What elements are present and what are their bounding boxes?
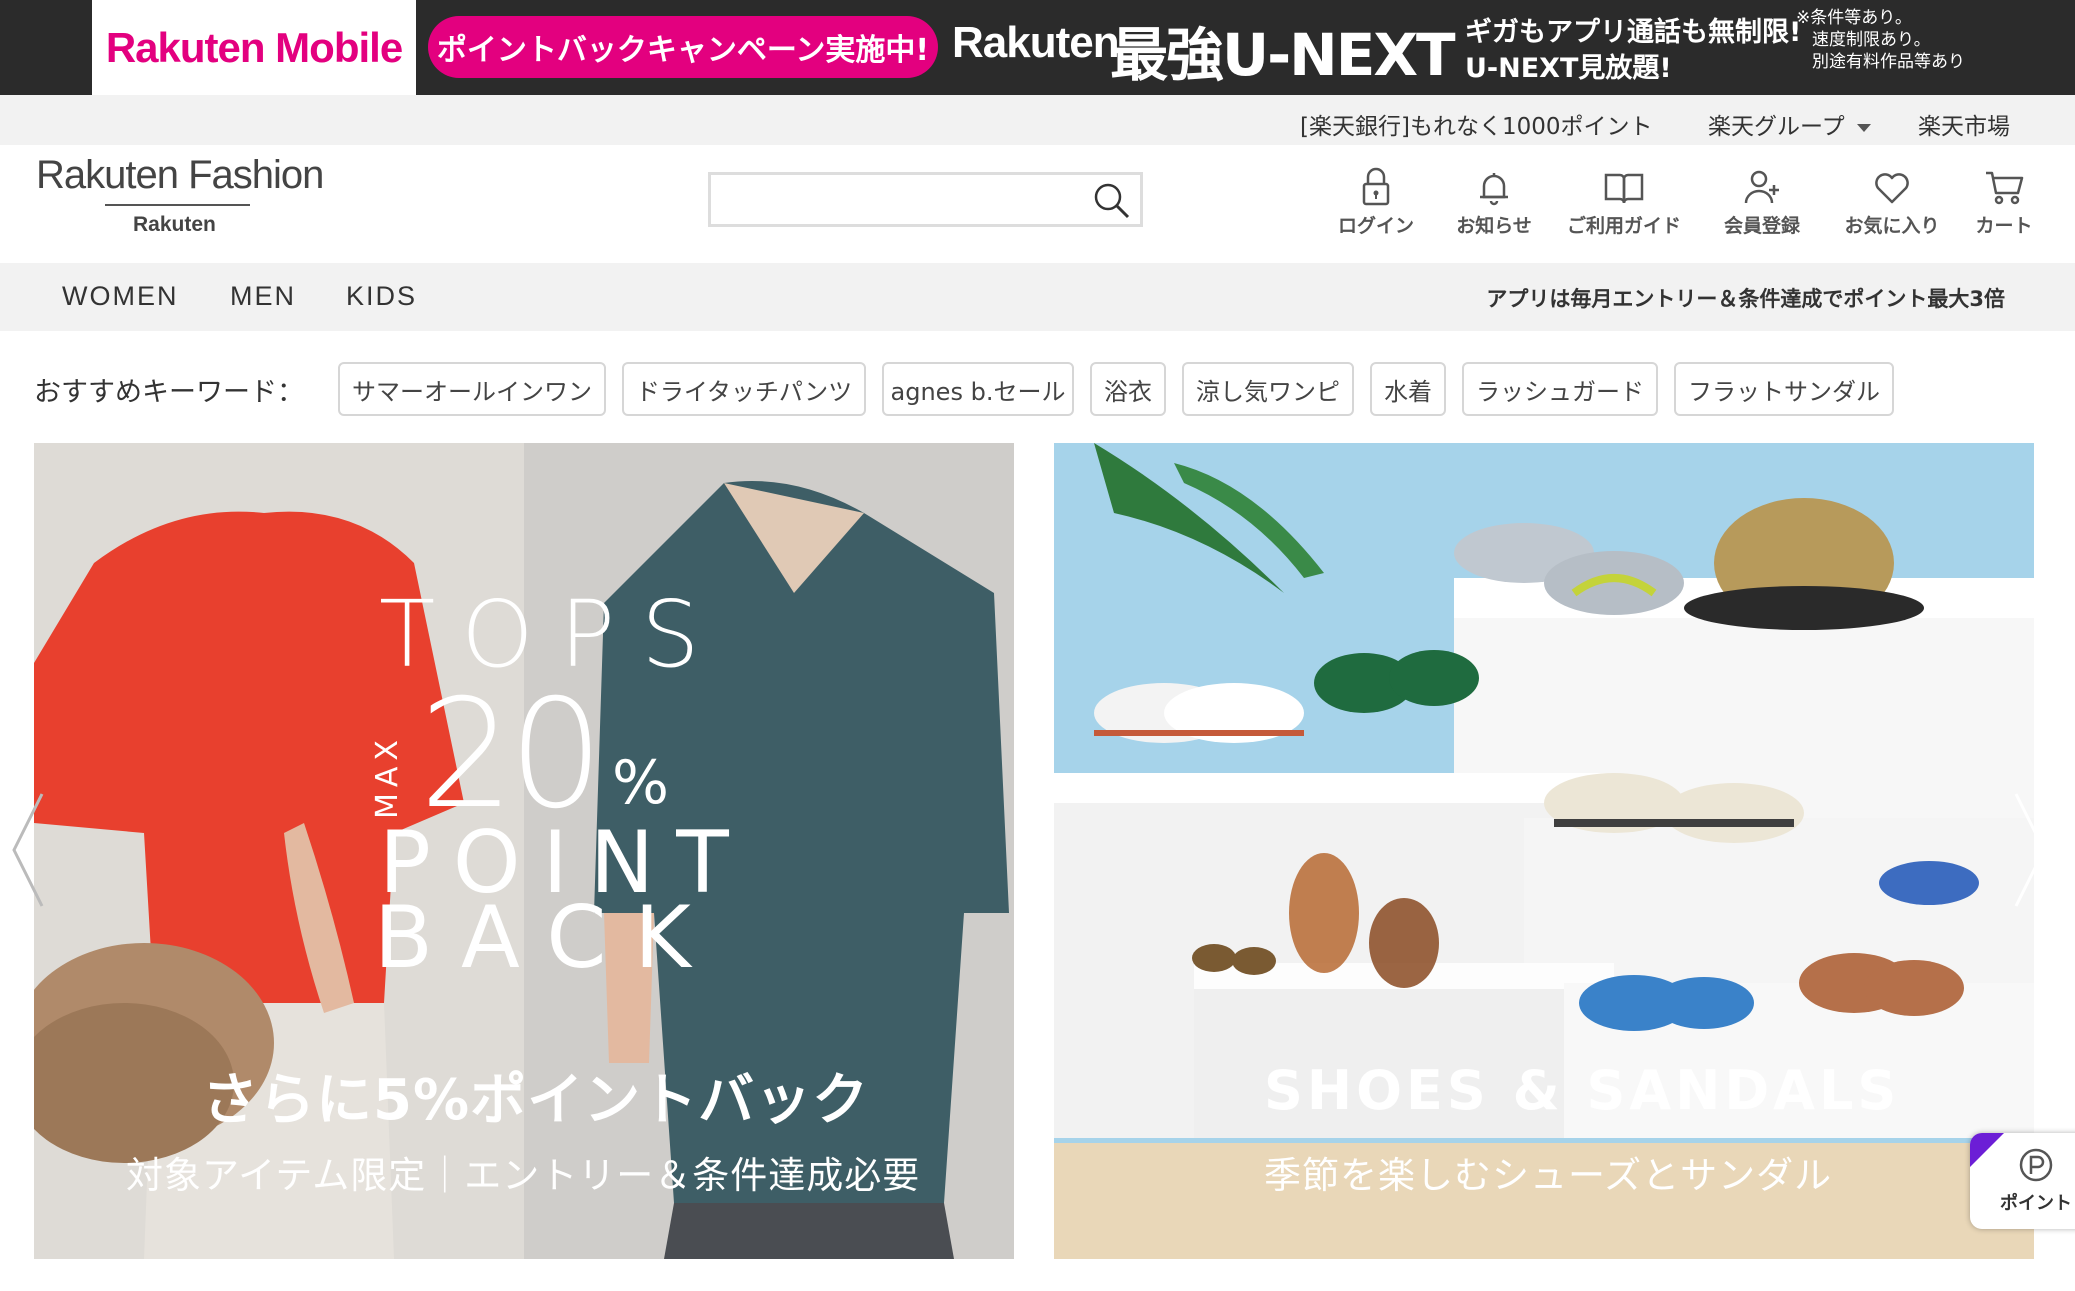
lock-icon [1362,167,1390,206]
point-widget-corner [1970,1133,2004,1167]
rakuten-group-menu[interactable]: 楽天グループ [1708,107,1871,141]
search-box [708,172,1143,227]
keyword-chip[interactable]: ラッシュガード [1462,362,1658,416]
book-icon [1604,173,1644,204]
guide-link[interactable]: ご利用ガイド [1564,165,1684,238]
logo-sub-text: Rakuten [133,213,216,236]
keyword-chip[interactable]: 浴衣 [1090,362,1166,416]
promo-subtitle-1: ギガもアプリ通話も無制限! [1465,17,1802,48]
utility-bar: [楽天銀行]もれなく1000ポイント 楽天グループ 楽天市場 [0,95,2075,145]
keyword-chip[interactable]: agnes b.セール [882,362,1074,416]
search-input[interactable] [711,175,1140,224]
keywords-label: おすすめキーワード： [34,377,304,408]
point-coin-icon [2019,1148,2053,1182]
cart-link[interactable]: カート [1944,165,2064,238]
favorites-link[interactable]: お気に入り [1832,165,1952,238]
promo-title: 最強U-NEXT [1110,21,1456,89]
carousel-next-arrow[interactable] [2010,790,2050,910]
promo-banner[interactable]: Rakuten Mobile ポイントバックキャンペーン実施中! Rakuten… [0,0,2075,95]
cart-icon [1986,171,2024,205]
promo-note-3: 別途有料作品等あり [1812,52,1965,72]
app-campaign-link[interactable]: アプリは毎月エントリー＆条件達成でポイント最大3倍 [1486,283,2005,313]
tops-headline: さらに5%ポイントバック [202,1068,870,1133]
register-label: 会員登録 [1723,215,1800,237]
category-bar: WOMEN MEN KIDS アプリは毎月エントリー＆条件達成でポイント最大3倍 [0,263,2075,331]
promo-subtitle-2: U-NEXT見放題! [1465,53,1672,84]
tops-percent-sign: % [612,748,670,818]
heart-icon [1875,173,1909,204]
keyword-chip[interactable]: 水着 [1370,362,1446,416]
promo-brand: Rakuten [952,18,1120,67]
search-icon[interactable] [1090,179,1132,221]
hero-banner-tops[interactable]: TOPS MAX 20 % POINT BACK さらに5%ポイントバック 対象… [34,443,1014,1259]
notifications-label: お知らせ [1456,215,1532,237]
keyword-chip[interactable]: フラットサンダル [1674,362,1894,416]
shoes-headline: SHOES & SANDALS [1264,1059,1901,1122]
promo-note-2: 速度制限あり。 [1812,30,1931,50]
shoes-caption: 季節を楽しむシューズとサンダル [1264,1154,1833,1197]
bell-icon [1480,173,1508,206]
promo-campaign-pill: ポイントバックキャンペーン実施中! [428,16,938,78]
logo-main-text: Rakuten Fashion [36,153,324,197]
keyword-chip[interactable]: 涼し気ワンピ [1182,362,1354,416]
rakuten-ichiba-link[interactable]: 楽天市場 [1918,107,2010,141]
chevron-down-icon [1856,123,1871,132]
bank-campaign-link[interactable]: [楽天銀行]もれなく1000ポイント [1300,107,1652,141]
category-men[interactable]: MEN [230,281,296,312]
guide-label: ご利用ガイド [1566,215,1681,237]
cart-label: カート [1975,215,2033,237]
category-women[interactable]: WOMEN [62,281,178,312]
rakuten-group-label: 楽天グループ [1708,114,1845,140]
promo-logo: Rakuten Mobile [105,23,403,71]
point-widget-label: ポイント [2000,1193,2072,1214]
tops-caption: 対象アイテム限定｜エントリー＆条件達成必要 [126,1154,921,1197]
tops-line4: BACK [374,888,719,988]
login-label: ログイン [1337,215,1414,237]
tops-max: MAX [370,734,405,819]
user-add-icon [1744,170,1779,204]
carousel-prev-arrow[interactable] [8,790,48,910]
promo-note-1: ※条件等あり。 [1796,8,1912,28]
point-widget[interactable]: ポイント [1970,1133,2075,1229]
login-link[interactable]: ログイン [1316,165,1436,238]
promo-logo-box: Rakuten Mobile [92,0,416,95]
notifications-link[interactable]: お知らせ [1434,165,1554,238]
favorites-label: お気に入り [1844,215,1940,237]
shoes-banner-photo [1054,443,2034,1259]
register-link[interactable]: 会員登録 [1702,165,1822,238]
logo-divider [105,204,250,206]
keyword-chip[interactable]: サマーオールインワン [338,362,606,416]
hero-banner-shoes[interactable]: SHOES & SANDALS 季節を楽しむシューズとサンダル [1054,443,2034,1259]
category-kids[interactable]: KIDS [346,281,417,312]
site-header: Rakuten Fashion Rakuten ログイン お知らせ ご利用ガイド… [0,145,2075,263]
keyword-chip[interactable]: ドライタッチパンツ [622,362,866,416]
